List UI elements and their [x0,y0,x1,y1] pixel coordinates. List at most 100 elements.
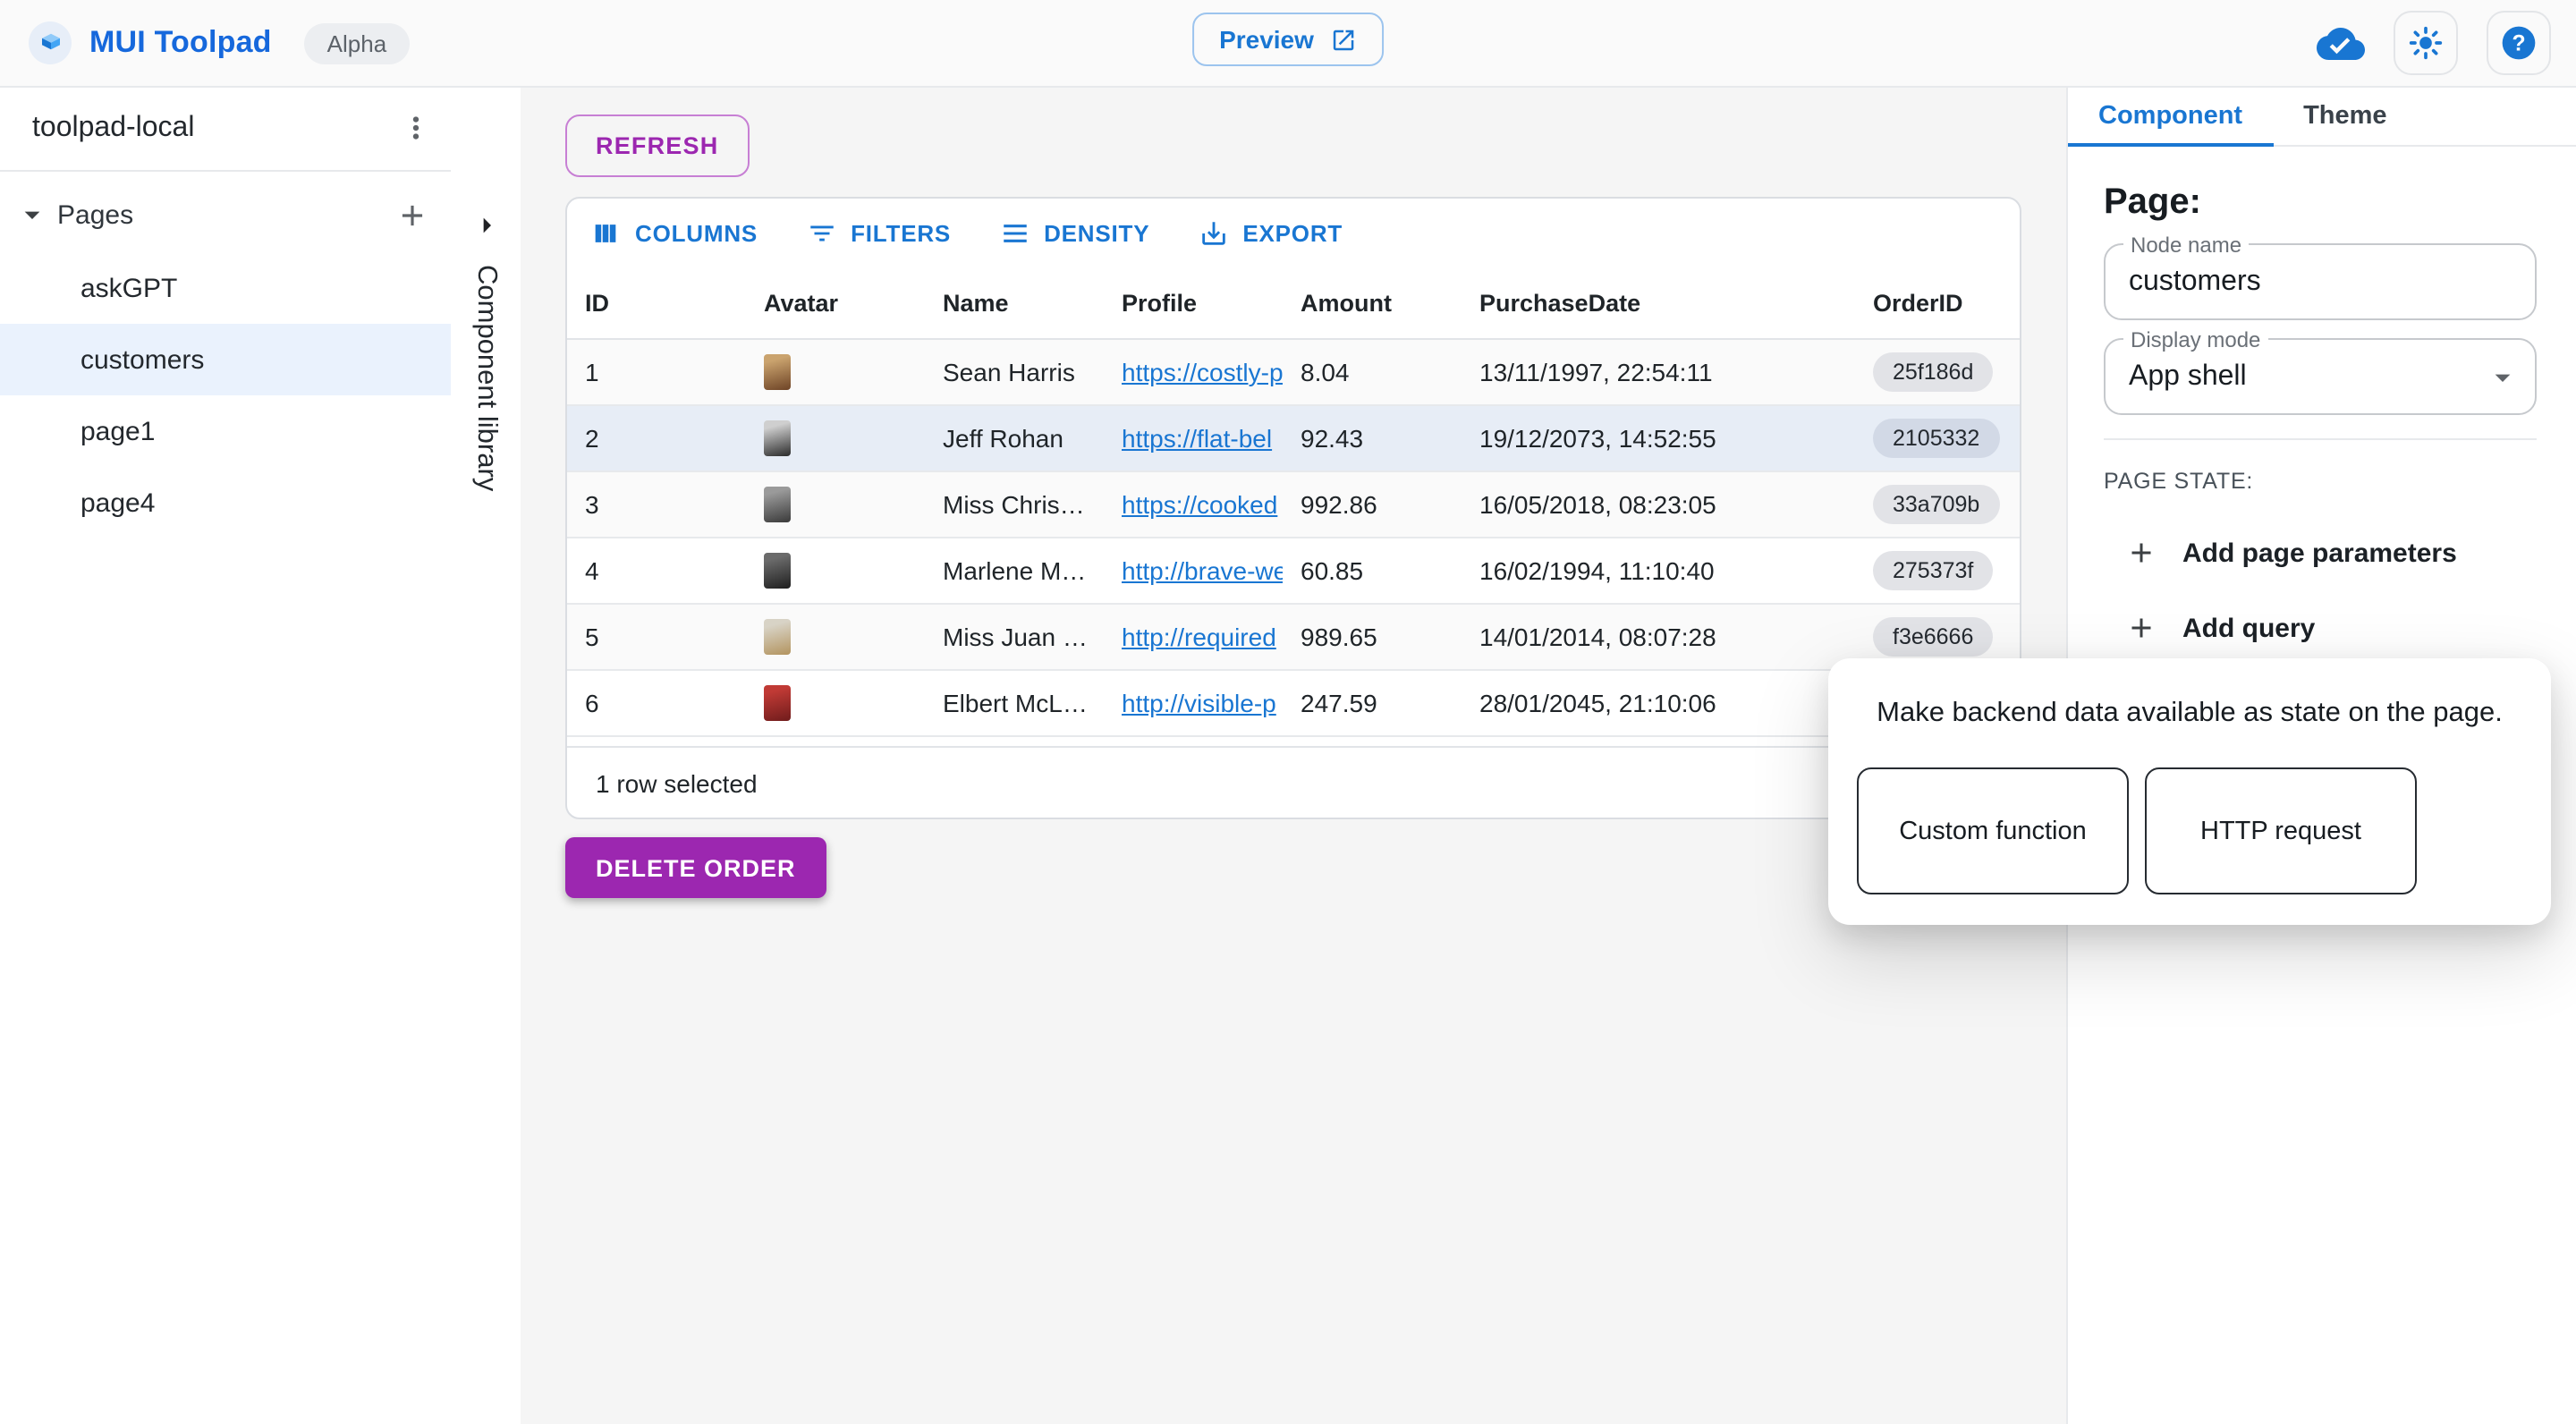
component-library-label[interactable]: Component library [470,265,502,491]
cell-name-value: Elbert McL… [943,689,1088,717]
display-mode-value: App shell [2129,360,2247,393]
plus-icon [2125,612,2157,644]
cell-amount-value: 989.65 [1301,623,1377,651]
cell-profile: https://cooked [1104,490,1283,519]
cell-id-value: 4 [585,556,599,585]
cell-id: 3 [567,490,746,519]
avatar [764,420,791,456]
toolbar-density-button[interactable]: DENSITY [999,217,1149,248]
grid-footer: 1 row selected [567,746,2020,818]
cell-name: Jeff Rohan [925,424,1104,453]
node-name-value: customers [2129,266,2261,298]
cell-purchase-date-value: 16/05/2018, 08:23:05 [1479,490,1716,519]
table-row[interactable]: 3Miss Chris…https://cooked992.8616/05/20… [567,472,2020,538]
app-title: MUI Toolpad [89,25,272,61]
toolpad-logo-icon [29,21,72,64]
http-request-button[interactable]: HTTP request [2145,767,2417,894]
column-header-orderid[interactable]: OrderID [1855,289,2020,316]
cell-amount-value: 992.86 [1301,490,1377,519]
toolbar-export-button[interactable]: EXPORT [1198,217,1343,248]
display-mode-select[interactable]: Display mode App shell [2104,338,2537,415]
toolbar-filters-button[interactable]: FILTERS [806,217,951,248]
node-name-field[interactable]: Node name customers [2104,243,2537,320]
profile-link[interactable]: http://visible-p [1122,689,1276,717]
alpha-badge: Alpha [304,22,411,64]
toolbar-button-label: DENSITY [1044,219,1149,246]
profile-link[interactable]: https://costly-p [1122,358,1283,386]
grid-header-row: IDAvatarNameProfileAmountPurchaseDateOrd… [567,267,2020,340]
profile-link[interactable]: http://required [1122,623,1276,651]
cell-avatar [746,685,925,721]
add-query-popup: Make backend data available as state on … [1828,658,2551,925]
cell-profile: http://visible-p [1104,689,1283,717]
column-header-amount[interactable]: Amount [1283,289,1462,316]
cell-order-id: 33a709b [1855,485,2020,524]
refresh-button[interactable]: REFRESH [565,114,749,177]
cell-amount-value: 60.85 [1301,556,1363,585]
cell-purchase-date: 14/01/2014, 08:07:28 [1462,623,1855,651]
cell-amount-value: 8.04 [1301,358,1350,386]
chevron-right-icon[interactable] [468,208,504,243]
profile-link[interactable]: https://cooked [1122,490,1277,519]
chevron-down-icon[interactable] [14,197,50,233]
table-row[interactable]: 5Miss Juan …http://required989.6514/01/2… [567,605,2020,671]
add-page-parameters-button[interactable]: Add page parameters [2104,537,2537,569]
cell-id-value: 6 [585,689,599,717]
popup-button-label: HTTP request [2200,817,2361,845]
cell-purchase-date-value: 28/01/2045, 21:10:06 [1479,689,1716,717]
sidebar-item-customers[interactable]: customers [0,324,451,395]
cell-name-value: Jeff Rohan [943,424,1063,453]
theme-toggle-button[interactable] [2394,11,2458,75]
cell-order-id: 2105332 [1855,419,2020,458]
column-header-avatar[interactable]: Avatar [746,289,925,316]
column-header-purchasedate[interactable]: PurchaseDate [1462,289,1855,316]
cell-profile: http://required [1104,623,1283,651]
cell-name-value: Sean Harris [943,358,1075,386]
table-row[interactable]: 1Sean Harrishttps://costly-p8.0413/11/19… [567,340,2020,406]
cell-purchase-date-value: 13/11/1997, 22:54:11 [1479,358,1713,386]
cell-purchase-date: 16/02/1994, 11:10:40 [1462,556,1855,585]
sidebar-item-label: page4 [80,487,155,518]
cell-profile: http://brave-we [1104,556,1283,585]
density-icon [999,217,1030,248]
component-library-strip: Component library [451,86,522,1424]
cell-amount-value: 247.59 [1301,689,1377,717]
column-header-id[interactable]: ID [567,289,746,316]
avatar [764,553,791,589]
pages-list: askGPTcustomerspage1 page4 [0,252,451,538]
pages-section-label: Pages [57,199,395,230]
app-bar: MUI Toolpad Alpha Preview [0,0,2576,88]
tab-theme[interactable]: Theme [2273,86,2418,145]
node-name-label: Node name [2123,233,2249,258]
pages-section-header: Pages [0,177,451,252]
preview-button[interactable]: Preview [1192,13,1384,66]
profile-link[interactable]: http://brave-we [1122,556,1283,585]
help-button[interactable]: ? [2487,11,2551,75]
cloud-done-icon[interactable] [2317,19,2365,67]
add-query-button[interactable]: Add query [2104,612,2537,644]
cell-name-value: Marlene M… [943,556,1086,585]
project-header: toolpad-local [0,86,451,172]
column-header-name[interactable]: Name [925,289,1104,316]
toolbar-button-label: FILTERS [851,219,951,246]
add-page-icon[interactable] [395,198,429,232]
plus-icon [2125,537,2157,569]
avatar [764,487,791,522]
popup-button-label: Custom function [1899,817,2087,845]
profile-link[interactable]: https://flat-bel [1122,424,1272,453]
sidebar-item-page1[interactable]: page1 [0,395,451,467]
table-row[interactable]: 4 Marlene M… http://brave-we 60.85 16/02/199… [567,538,2020,605]
table-row[interactable]: 2Jeff Rohanhttps://flat-bel92.4319/12/20… [567,406,2020,472]
sidebar-item-page4[interactable]: page4 [0,467,451,538]
table-row[interactable]: 6 Elbert McL… http://visible-p 247.59 28/01/… [567,671,2020,737]
column-header-profile[interactable]: Profile [1104,289,1283,316]
filter-icon [806,217,836,248]
custom-function-button[interactable]: Custom function [1857,767,2129,894]
toolbar-columns-button[interactable]: COLUMNS [590,217,758,248]
page-state-actions: Add page parameters Add query [2104,537,2537,644]
sidebar-item-askGPT[interactable]: askGPT [0,252,451,324]
order-id-chip: 275373f [1873,551,1993,590]
delete-order-button[interactable]: DELETE ORDER [565,837,826,898]
kebab-menu-icon[interactable] [399,111,433,145]
tab-component[interactable]: Component [2068,86,2273,145]
